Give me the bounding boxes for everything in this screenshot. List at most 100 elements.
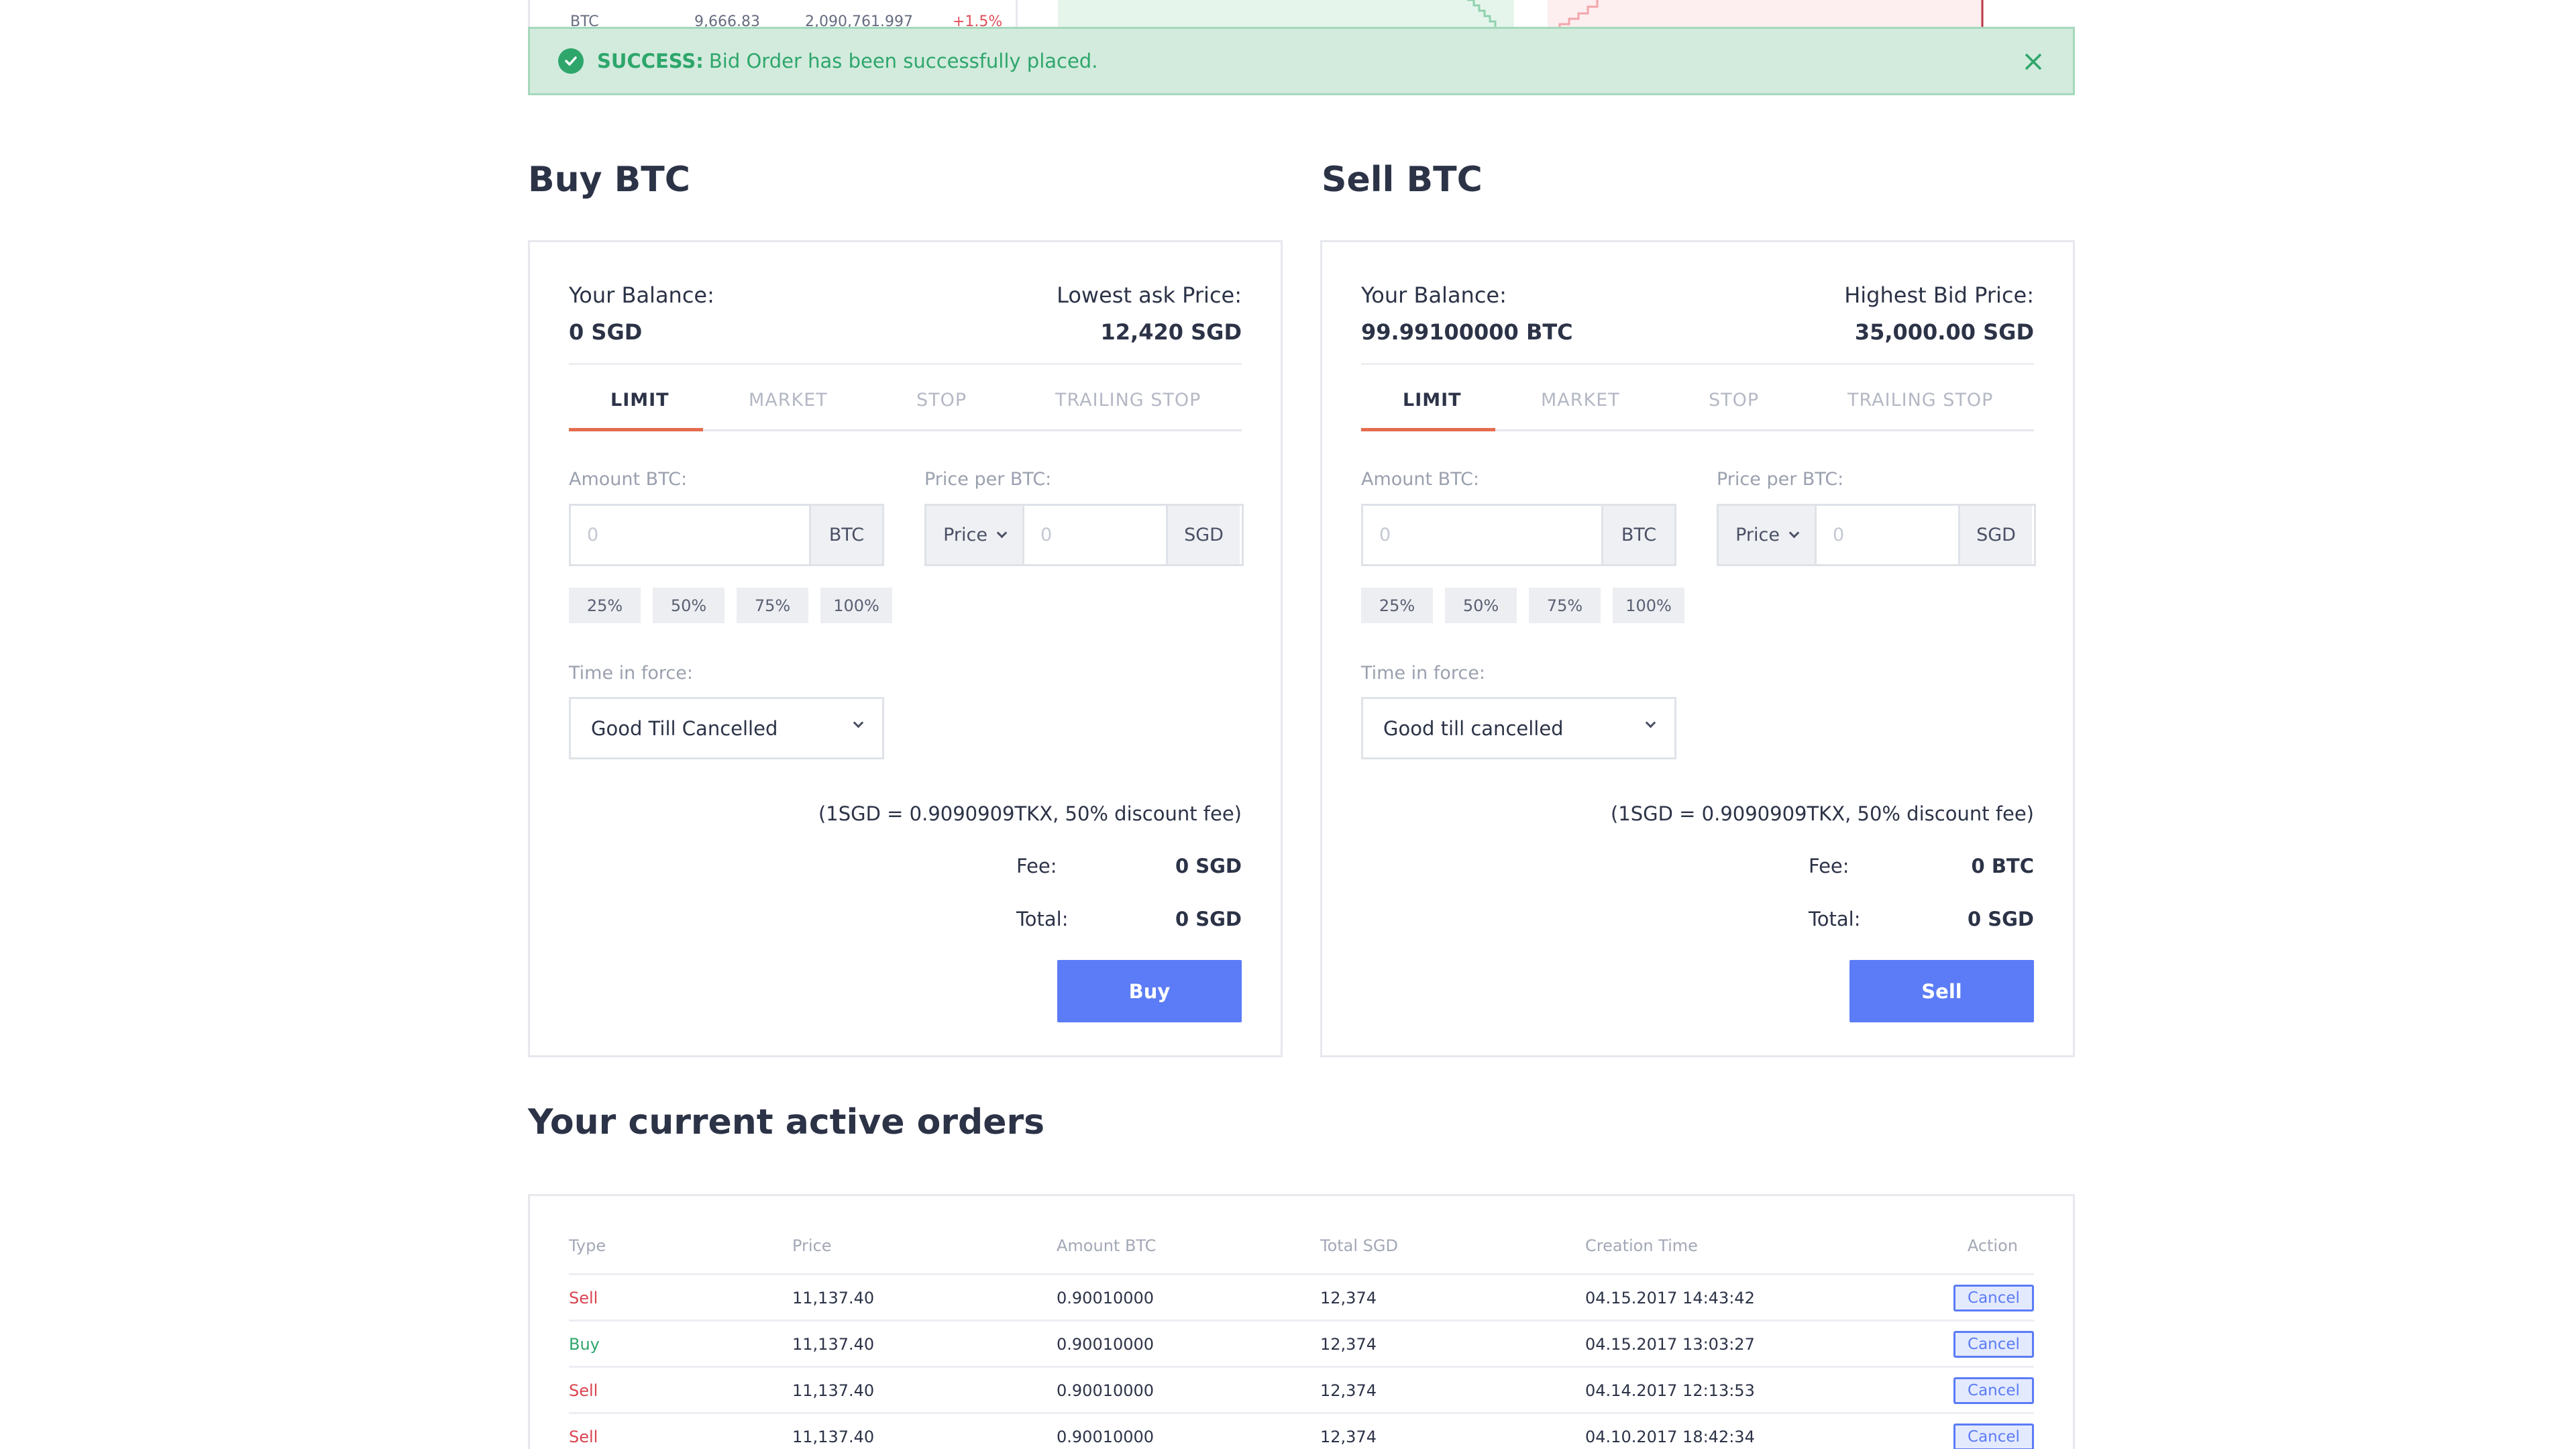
depth-chart-lines: [1467, 0, 1984, 30]
table-row: Sell 11,137.40 0.90010000 12,374 04.10.2…: [569, 1412, 2034, 1449]
cancel-order-button[interactable]: Cancel: [1953, 1377, 2034, 1404]
sell-total-value: 0 SGD: [1967, 908, 2034, 930]
order-total: 12,374: [1320, 1428, 1377, 1446]
table-row: Sell 11,137.40 0.90010000 12,374 04.14.2…: [569, 1366, 2034, 1412]
buy-order-type-tabs: LIMIT MARKET STOP TRAILING STOP: [569, 390, 1242, 431]
divider: [569, 363, 1242, 365]
active-tab-indicator: [1361, 428, 1495, 431]
order-type: Sell: [569, 1428, 598, 1446]
sell-price-group: Price SGD: [1717, 504, 2036, 566]
alert-message: Bid Order has been successfully placed.: [708, 50, 1098, 72]
order-type: Sell: [569, 1381, 598, 1400]
buy-heading: Buy BTC: [528, 160, 690, 200]
order-price: 11,137.40: [792, 1289, 875, 1307]
sell-tif-select[interactable]: Good till cancelled: [1361, 697, 1676, 759]
buy-price-input[interactable]: [1024, 506, 1166, 564]
buy-price-group: Price SGD: [924, 504, 1244, 566]
alert-title: SUCCESS:: [597, 50, 704, 72]
buy-price-type-dropdown[interactable]: Price: [926, 506, 1024, 564]
buy-price-type-label: Price: [943, 525, 987, 545]
buy-tif-label: Time in force:: [569, 663, 693, 684]
buy-100-percent-button[interactable]: 100%: [820, 588, 892, 623]
sell-price-input[interactable]: [1817, 506, 1958, 564]
table-row: Buy 11,137.40 0.90010000 12,374 04.15.20…: [569, 1320, 2034, 1366]
orders-table: Type Price Amount BTC Total SGD Creation…: [528, 1194, 2075, 1449]
depth-chart: [1058, 0, 1984, 30]
order-amount: 0.90010000: [1057, 1381, 1155, 1400]
buy-total-label: Total:: [1016, 908, 1069, 930]
tab-market[interactable]: MARKET: [749, 390, 828, 431]
buy-price-unit: SGD: [1166, 506, 1240, 564]
sell-75-percent-button[interactable]: 75%: [1529, 588, 1601, 623]
order-amount: 0.90010000: [1057, 1289, 1155, 1307]
sell-amount-label: Amount BTC:: [1361, 469, 1480, 490]
sell-fee-value: 0 BTC: [1971, 855, 2034, 877]
buy-amount-unit: BTC: [809, 506, 882, 564]
order-price: 11,137.40: [792, 1381, 875, 1400]
market-list-panel: BTC 9,666.83 2,090,761.997 +1.5%: [528, 0, 1018, 30]
sell-100-percent-button[interactable]: 100%: [1613, 588, 1684, 623]
sell-50-percent-button[interactable]: 50%: [1445, 588, 1517, 623]
sell-bid-price-label: Highest Bid Price:: [1844, 282, 2034, 308]
sell-tif-value: Good till cancelled: [1383, 716, 1564, 740]
check-circle-icon: [558, 48, 584, 74]
cancel-order-button[interactable]: Cancel: [1953, 1331, 2034, 1358]
order-time: 04.10.2017 18:42:34: [1585, 1428, 1755, 1446]
tab-stop[interactable]: STOP: [1709, 390, 1759, 431]
sell-percent-buttons: 25% 50% 75% 100%: [1361, 588, 1684, 623]
buy-amount-label: Amount BTC:: [569, 469, 688, 490]
buy-amount-input[interactable]: [571, 506, 809, 564]
cancel-order-button[interactable]: Cancel: [1953, 1424, 2034, 1449]
order-total: 12,374: [1320, 1381, 1377, 1400]
orders-heading: Your current active orders: [528, 1102, 1045, 1142]
sell-balance-label: Your Balance:: [1361, 282, 1507, 308]
sell-rate-note: (1SGD = 0.9090909TKX, 50% discount fee): [1610, 802, 2034, 825]
tab-trailing-stop[interactable]: TRAILING STOP: [1847, 390, 1993, 431]
sell-total-label: Total:: [1809, 908, 1861, 930]
buy-25-percent-button[interactable]: 25%: [569, 588, 641, 623]
sell-fee-label: Fee:: [1809, 855, 1849, 877]
tab-limit[interactable]: LIMIT: [1403, 390, 1462, 431]
order-price: 11,137.40: [792, 1428, 875, 1446]
sell-amount-input[interactable]: [1363, 506, 1601, 564]
sell-button[interactable]: Sell: [1849, 960, 2034, 1022]
table-row: Sell 11,137.40 0.90010000 12,374 04.15.2…: [569, 1273, 2034, 1320]
col-creation-time: Creation Time: [1585, 1236, 1698, 1255]
buy-total-value: 0 SGD: [1175, 908, 1242, 930]
order-total: 12,374: [1320, 1335, 1377, 1354]
buy-amount-group: BTC: [569, 504, 884, 566]
col-type: Type: [569, 1236, 606, 1255]
close-icon[interactable]: [2022, 50, 2045, 73]
order-type: Sell: [569, 1289, 598, 1307]
order-time: 04.14.2017 12:13:53: [1585, 1381, 1755, 1400]
order-type: Buy: [569, 1335, 600, 1354]
buy-percent-buttons: 25% 50% 75% 100%: [569, 588, 892, 623]
tab-stop[interactable]: STOP: [916, 390, 967, 431]
sell-price-unit: SGD: [1958, 506, 2032, 564]
orders-table-header: Type Price Amount BTC Total SGD Creation…: [569, 1236, 2034, 1263]
sell-tif-label: Time in force:: [1361, 663, 1485, 684]
buy-75-percent-button[interactable]: 75%: [737, 588, 808, 623]
chevron-down-icon: [996, 527, 1008, 539]
buy-button[interactable]: Buy: [1057, 960, 1242, 1022]
sell-balance-value: 99.99100000 BTC: [1361, 319, 1573, 345]
tab-limit[interactable]: LIMIT: [610, 390, 669, 431]
sell-price-per-label: Price per BTC:: [1717, 469, 1844, 490]
col-price: Price: [792, 1236, 832, 1255]
sell-bid-price-value: 35,000.00 SGD: [1854, 319, 2034, 345]
sell-order-type-tabs: LIMIT MARKET STOP TRAILING STOP: [1361, 390, 2034, 431]
col-action: Action: [1967, 1236, 2018, 1255]
chevron-down-icon: [1645, 717, 1656, 729]
tab-market[interactable]: MARKET: [1541, 390, 1620, 431]
sell-25-percent-button[interactable]: 25%: [1361, 588, 1433, 623]
col-total: Total SGD: [1320, 1236, 1398, 1255]
sell-heading: Sell BTC: [1322, 160, 1483, 200]
sell-price-type-dropdown[interactable]: Price: [1719, 506, 1817, 564]
buy-50-percent-button[interactable]: 50%: [653, 588, 724, 623]
buy-tif-select[interactable]: Good Till Cancelled: [569, 697, 884, 759]
buy-ask-price-label: Lowest ask Price:: [1057, 282, 1242, 308]
tab-trailing-stop[interactable]: TRAILING STOP: [1055, 390, 1201, 431]
order-time: 04.15.2017 13:03:27: [1585, 1335, 1755, 1354]
cancel-order-button[interactable]: Cancel: [1953, 1285, 2034, 1311]
sell-card: Your Balance: 99.99100000 BTC Highest Bi…: [1320, 240, 2075, 1057]
